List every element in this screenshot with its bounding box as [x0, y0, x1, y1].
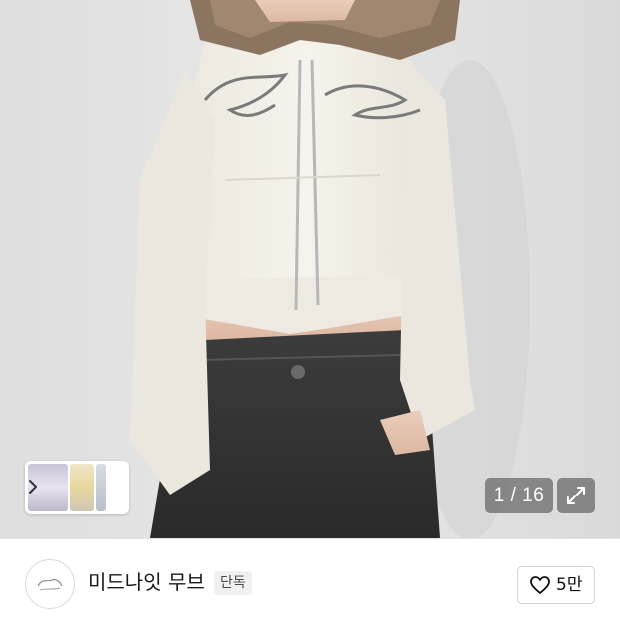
- expand-arrows-icon: [567, 487, 585, 504]
- thumbnail-2[interactable]: [70, 464, 94, 511]
- like-count: 5만: [556, 575, 583, 595]
- like-button[interactable]: 5만: [517, 566, 595, 604]
- image-counter: 1 / 16: [485, 478, 553, 513]
- thumbnail-3[interactable]: [96, 464, 106, 511]
- product-photo-illustration: [130, 0, 530, 538]
- store-bar: 미드나잇 무브 단독 5만: [0, 538, 620, 620]
- store-name[interactable]: 미드나잇 무브: [88, 569, 205, 595]
- heart-outline-icon: [530, 576, 550, 594]
- product-page: 1 / 16 미드나잇 무브 단독 5만: [0, 0, 620, 620]
- product-image[interactable]: 1 / 16: [0, 0, 620, 538]
- fullscreen-button[interactable]: [557, 478, 595, 513]
- store-logo[interactable]: [25, 559, 75, 609]
- store-logo-icon: [37, 578, 63, 591]
- chevron-right-icon: [29, 480, 37, 494]
- thumbnail-strip[interactable]: [25, 461, 129, 514]
- exclusive-badge: 단독: [214, 571, 252, 595]
